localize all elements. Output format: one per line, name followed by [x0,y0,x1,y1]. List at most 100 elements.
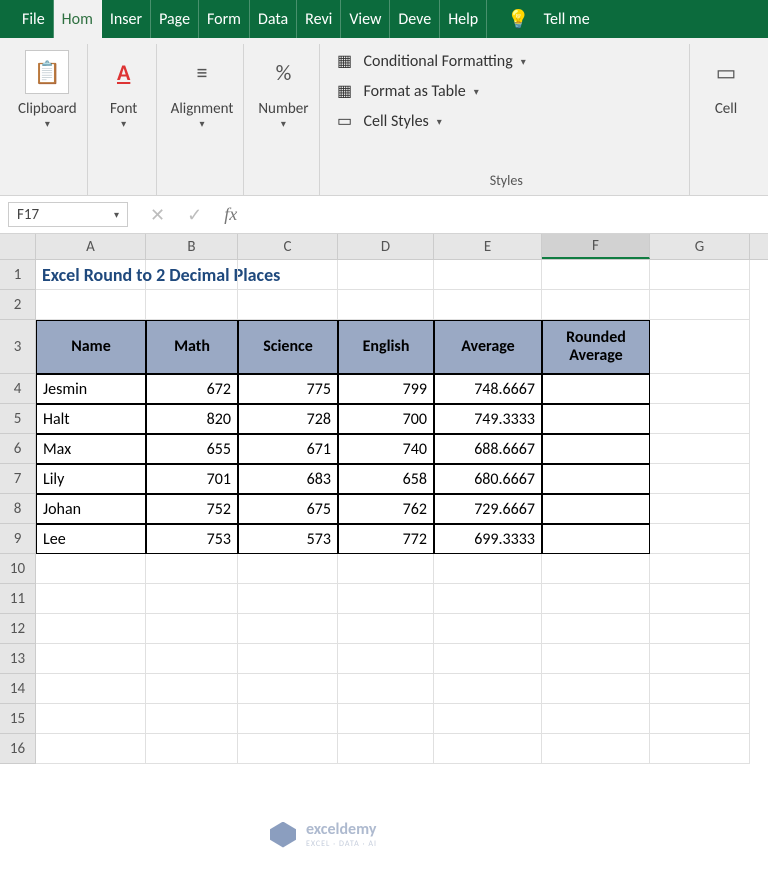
cell[interactable] [434,260,542,290]
chevron-down-icon[interactable]: ▾ [281,118,286,130]
cell[interactable] [542,614,650,644]
cell[interactable] [650,494,750,524]
cell[interactable] [238,734,338,764]
cell[interactable] [36,644,146,674]
cell[interactable] [36,290,146,320]
cell[interactable] [650,434,750,464]
data-cell-name[interactable]: Max [36,434,146,464]
select-all-corner[interactable] [0,234,36,259]
data-cell-name[interactable]: Halt [36,404,146,434]
cell[interactable] [338,290,434,320]
cell[interactable] [238,644,338,674]
cell[interactable] [146,674,238,704]
cell[interactable] [36,734,146,764]
cell[interactable] [542,290,650,320]
row-header[interactable]: 14 [0,674,36,704]
cancel-icon[interactable]: ✕ [150,204,165,226]
cell[interactable] [542,704,650,734]
tab-file[interactable]: File [14,0,54,38]
cell[interactable] [650,644,750,674]
cell[interactable] [36,614,146,644]
data-cell-rounded[interactable] [542,524,650,554]
cell[interactable] [542,674,650,704]
data-cell-rounded[interactable] [542,374,650,404]
row-header[interactable]: 7 [0,464,36,494]
col-header-E[interactable]: E [434,234,542,259]
data-cell-science[interactable]: 675 [238,494,338,524]
data-cell-rounded[interactable] [542,494,650,524]
cell[interactable] [650,554,750,584]
data-cell-english[interactable]: 700 [338,404,434,434]
row-header[interactable]: 6 [0,434,36,464]
cell[interactable] [36,554,146,584]
row-header[interactable]: 16 [0,734,36,764]
data-cell-math[interactable]: 701 [146,464,238,494]
clipboard-button[interactable]: Clipboard [18,100,77,118]
chevron-down-icon[interactable]: ▾ [200,118,205,130]
data-cell-name[interactable]: Lee [36,524,146,554]
font-color-icon[interactable]: A [102,50,146,94]
data-cell-rounded[interactable] [542,464,650,494]
cell[interactable] [146,290,238,320]
cell[interactable] [650,404,750,434]
col-header-B[interactable]: B [146,234,238,259]
row-header[interactable]: 1 [0,260,36,290]
cell[interactable] [36,704,146,734]
data-cell-math[interactable]: 655 [146,434,238,464]
data-cell-rounded[interactable] [542,404,650,434]
cell[interactable] [434,614,542,644]
cell[interactable] [146,584,238,614]
cell[interactable] [146,614,238,644]
cells-icon[interactable]: ▭ [704,50,748,94]
col-header-A[interactable]: A [36,234,146,259]
cell[interactable] [238,704,338,734]
cell[interactable] [238,614,338,644]
row-header[interactable]: 2 [0,290,36,320]
row-header[interactable]: 15 [0,704,36,734]
row-header[interactable]: 5 [0,404,36,434]
data-cell-average[interactable]: 699.3333 [434,524,542,554]
data-cell-science[interactable]: 683 [238,464,338,494]
cell[interactable] [338,674,434,704]
number-format-icon[interactable]: % [261,50,305,94]
data-cell-average[interactable]: 749.3333 [434,404,542,434]
row-header[interactable]: 11 [0,584,36,614]
cell[interactable] [650,734,750,764]
cell[interactable] [434,290,542,320]
fx-icon[interactable]: fx [224,204,237,225]
cell[interactable] [338,554,434,584]
data-cell-english[interactable]: 799 [338,374,434,404]
data-cell-math[interactable]: 753 [146,524,238,554]
data-cell-science[interactable]: 573 [238,524,338,554]
cell[interactable] [146,734,238,764]
row-header[interactable]: 12 [0,614,36,644]
cell[interactable] [434,584,542,614]
cell[interactable] [650,320,750,374]
table-header[interactable]: Science [238,320,338,374]
cell[interactable] [650,374,750,404]
tab-help[interactable]: Help [440,0,487,38]
cell[interactable] [238,584,338,614]
tab-insert[interactable]: Inser [102,0,151,38]
sheet-title[interactable]: Excel Round to 2 Decimal Places [36,260,146,290]
alignment-icon[interactable]: ≡ [180,50,224,94]
cell[interactable] [338,584,434,614]
data-cell-science[interactable]: 671 [238,434,338,464]
cell[interactable] [650,584,750,614]
tab-developer[interactable]: Deve [390,0,440,38]
cell[interactable] [146,554,238,584]
tab-review[interactable]: Revi [297,0,341,38]
cells-button[interactable]: Cell [715,100,737,118]
row-header[interactable]: 9 [0,524,36,554]
row-header[interactable]: 3 [0,320,36,374]
col-header-F[interactable]: F [542,234,650,259]
cell[interactable] [434,674,542,704]
cell[interactable] [434,704,542,734]
cell[interactable] [650,260,750,290]
paste-icon[interactable]: 📋 [25,50,69,94]
data-cell-name[interactable]: Jesmin [36,374,146,404]
cell[interactable] [338,614,434,644]
data-cell-english[interactable]: 772 [338,524,434,554]
cell[interactable] [650,290,750,320]
row-header[interactable]: 10 [0,554,36,584]
